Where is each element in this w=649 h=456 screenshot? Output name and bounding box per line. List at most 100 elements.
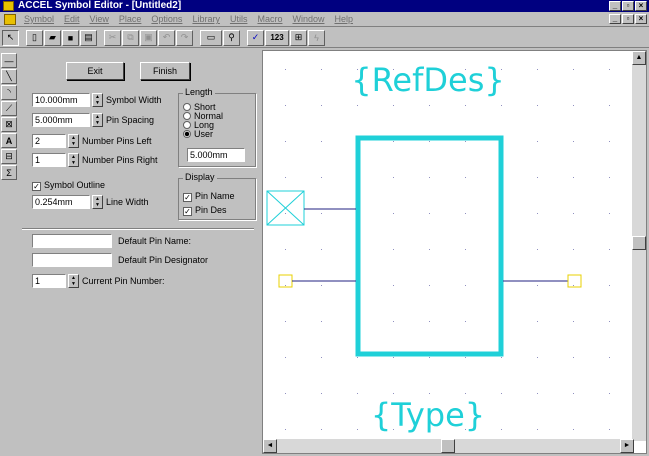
menu-utils[interactable]: Utils bbox=[225, 14, 253, 24]
grid-dot bbox=[609, 249, 610, 250]
pin-name-checkbox[interactable]: ✓ Pin Name bbox=[183, 191, 235, 202]
pins-right-label: Number Pins Right bbox=[82, 155, 158, 165]
place-box-icon[interactable]: ⊠ bbox=[1, 117, 17, 132]
display-group: Display ✓ Pin Name ✓ Pin Des bbox=[178, 172, 256, 220]
vertical-scroll-thumb[interactable] bbox=[632, 236, 646, 250]
grid-dot bbox=[321, 393, 322, 394]
minimize-button[interactable]: _ bbox=[609, 1, 621, 11]
pins-left-field[interactable]: 2 bbox=[32, 134, 66, 148]
zoom-magnifier-icon[interactable]: ⚲ bbox=[223, 29, 240, 46]
menu-view[interactable]: View bbox=[85, 14, 114, 24]
copy-icon[interactable]: ⧉ bbox=[122, 29, 139, 46]
menu-help[interactable]: Help bbox=[329, 14, 358, 24]
scroll-up-button[interactable]: ▲ bbox=[632, 51, 646, 65]
menu-window[interactable]: Window bbox=[287, 14, 329, 24]
symbol-outline-check[interactable]: ✓ bbox=[32, 182, 41, 191]
open-folder-icon[interactable]: ▰ bbox=[44, 29, 61, 46]
pin-number-button[interactable]: 123 bbox=[265, 29, 289, 46]
current-pin-number-field[interactable]: 1 bbox=[32, 274, 66, 288]
grid-dot bbox=[573, 357, 574, 358]
length-user-field[interactable]: 5.000mm bbox=[187, 148, 245, 162]
length-user-radio[interactable]: User bbox=[183, 129, 213, 139]
close-button[interactable]: × bbox=[635, 1, 647, 11]
place-diagonal-line-icon[interactable]: ╲ bbox=[1, 69, 17, 84]
pins-left-spinner[interactable]: ▲ ▼ bbox=[68, 134, 79, 148]
grid-dot bbox=[537, 213, 538, 214]
menu-macro[interactable]: Macro bbox=[252, 14, 287, 24]
toolbar: ↖ ▯ ▰ ■ ▤ ✂ ⧉ ▣ ↶ ↷ ▭ ⚲ ✓ 123 ⊞ ϟ bbox=[0, 28, 649, 48]
current-pin-number-spinner[interactable]: ▲ ▼ bbox=[68, 274, 79, 288]
document-icon[interactable] bbox=[4, 13, 16, 25]
grid-dot bbox=[321, 429, 322, 430]
finish-button[interactable]: Finish bbox=[140, 62, 190, 80]
pins-right-field[interactable]: 1 bbox=[32, 153, 66, 167]
drawing-canvas[interactable]: {RefDes} {Type} ▲ ◄ ► bbox=[262, 50, 647, 454]
maximize-button[interactable]: ▫ bbox=[622, 1, 634, 11]
vertical-scrollbar[interactable]: ▲ bbox=[632, 51, 646, 441]
pin-des-checkbox[interactable]: ✓ Pin Des bbox=[183, 205, 227, 216]
new-file-icon[interactable]: ▯ bbox=[26, 29, 43, 46]
grid-dot bbox=[321, 357, 322, 358]
doc-maximize-button[interactable]: ▫ bbox=[622, 14, 634, 24]
pins-right-spinner[interactable]: ▲ ▼ bbox=[68, 153, 79, 167]
grid-dot bbox=[537, 177, 538, 178]
grid-dot bbox=[429, 177, 430, 178]
default-pin-name-field[interactable] bbox=[32, 234, 112, 248]
panel-separator bbox=[22, 228, 254, 230]
grid-dot bbox=[429, 105, 430, 106]
select-arrow-icon[interactable]: ↖ bbox=[2, 29, 19, 46]
default-pin-designator-field[interactable] bbox=[32, 253, 112, 267]
place-arc-icon[interactable]: ◝ bbox=[1, 85, 17, 100]
symbol-wizard-icon[interactable]: ⊞ bbox=[290, 29, 307, 46]
grid-dot bbox=[285, 69, 286, 70]
grid-dot bbox=[537, 357, 538, 358]
grid-dot bbox=[465, 285, 466, 286]
place-attribute-icon[interactable]: ⊟ bbox=[1, 149, 17, 164]
place-text-icon[interactable]: A bbox=[1, 133, 17, 148]
undo-icon[interactable]: ↶ bbox=[158, 29, 175, 46]
line-width-label: Line Width bbox=[106, 197, 149, 207]
scroll-left-button[interactable]: ◄ bbox=[263, 439, 277, 453]
redo-icon[interactable]: ↷ bbox=[176, 29, 193, 46]
print-icon[interactable]: ▤ bbox=[80, 29, 97, 46]
default-pin-designator-label: Default Pin Designator bbox=[118, 255, 209, 265]
place-pin-icon[interactable]: ⟋ bbox=[1, 101, 17, 116]
doc-minimize-button[interactable]: _ bbox=[609, 14, 621, 24]
horizontal-scroll-thumb[interactable] bbox=[441, 439, 455, 453]
grid-dot bbox=[393, 177, 394, 178]
symbol-outline-label: Symbol Outline bbox=[44, 180, 106, 190]
pin-connector-right-1[interactable] bbox=[567, 274, 582, 288]
grid-dot bbox=[465, 249, 466, 250]
menu-library[interactable]: Library bbox=[187, 14, 225, 24]
zoom-window-icon[interactable]: ▭ bbox=[200, 29, 222, 46]
exit-button[interactable]: Exit bbox=[66, 62, 124, 80]
pin-spacing-field[interactable]: 5.000mm bbox=[32, 113, 90, 127]
save-disk-icon[interactable]: ■ bbox=[62, 29, 79, 46]
cut-icon[interactable]: ✂ bbox=[104, 29, 121, 46]
grid-dot bbox=[465, 213, 466, 214]
grid-dot bbox=[501, 393, 502, 394]
symbol-width-spinner[interactable]: ▲ ▼ bbox=[92, 93, 103, 107]
lightning-icon[interactable]: ϟ bbox=[308, 29, 325, 46]
check-icon[interactable]: ✓ bbox=[247, 29, 264, 46]
grid-dot bbox=[573, 213, 574, 214]
menu-options[interactable]: Options bbox=[146, 14, 187, 24]
place-sigma-icon[interactable]: Σ bbox=[1, 165, 17, 180]
pins-left-label: Number Pins Left bbox=[82, 136, 152, 146]
grid-dot bbox=[573, 177, 574, 178]
place-line-icon[interactable]: — bbox=[1, 53, 17, 68]
symbol-width-field[interactable]: 10.000mm bbox=[32, 93, 90, 107]
line-width-spinner[interactable]: ▲ ▼ bbox=[92, 195, 103, 209]
menu-place[interactable]: Place bbox=[114, 14, 147, 24]
type-text[interactable]: {Type} bbox=[371, 396, 485, 434]
menu-edit[interactable]: Edit bbox=[59, 14, 85, 24]
paste-icon[interactable]: ▣ bbox=[140, 29, 157, 46]
line-width-field[interactable]: 0.254mm bbox=[32, 195, 90, 209]
scroll-right-button[interactable]: ► bbox=[620, 439, 634, 453]
symbol-outline-checkbox[interactable]: ✓ Symbol Outline bbox=[32, 180, 105, 191]
refdes-text[interactable]: {RefDes} bbox=[351, 61, 504, 99]
menu-symbol[interactable]: Symbol bbox=[19, 14, 59, 24]
pin-spacing-spinner[interactable]: ▲ ▼ bbox=[92, 113, 103, 127]
doc-close-button[interactable]: × bbox=[635, 14, 647, 24]
horizontal-scrollbar[interactable]: ◄ ► bbox=[263, 439, 634, 453]
